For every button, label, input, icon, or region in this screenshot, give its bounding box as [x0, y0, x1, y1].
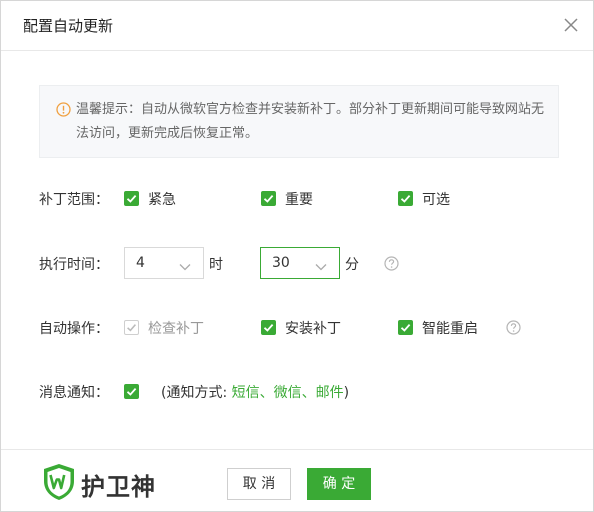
- notification-methods: (通知方式: 短信、微信、邮件): [161, 382, 349, 402]
- dialog-header: 配置自动更新: [1, 1, 593, 51]
- confirm-button[interactable]: 确 定: [307, 468, 371, 500]
- notification-label: 消息通知：: [39, 385, 109, 401]
- notification-suffix: ): [343, 385, 350, 401]
- minute-unit: 分: [345, 257, 359, 273]
- checkbox-smart-restart[interactable]: [398, 320, 413, 335]
- dialog-title: 配置自动更新: [23, 17, 114, 35]
- cancel-button[interactable]: 取 消: [227, 468, 291, 500]
- minute-select[interactable]: 30: [260, 247, 340, 279]
- minute-select-value: 30: [272, 255, 290, 271]
- chevron-down-icon: [315, 259, 327, 275]
- exec-time-label: 执行时间：: [39, 257, 109, 273]
- notification-prefix: (通知方式:: [161, 385, 232, 401]
- auto-ops-label: 自动操作：: [39, 321, 109, 337]
- checkbox-install-patch-label[interactable]: 安装补丁: [285, 318, 341, 338]
- chevron-down-icon: [179, 259, 191, 275]
- notice-box: 温馨提示：自动从微软官方检查并安装新补丁。部分补丁更新期间可能导致网站无法访问，…: [39, 85, 559, 158]
- help-icon[interactable]: [506, 320, 521, 335]
- help-icon[interactable]: [384, 256, 399, 271]
- checkbox-important[interactable]: [261, 191, 276, 206]
- warning-icon: [56, 102, 71, 117]
- notification-methods-link[interactable]: 短信、微信、邮件: [232, 385, 344, 401]
- checkbox-install-patch[interactable]: [261, 320, 276, 335]
- checkbox-check-patch-label: 检查补丁: [148, 321, 204, 337]
- checkbox-important-label[interactable]: 重要: [285, 189, 313, 209]
- checkbox-check-patch: [124, 320, 139, 335]
- footer-divider: [1, 449, 593, 450]
- checkbox-smart-restart-label[interactable]: 智能重启: [422, 318, 478, 338]
- checkbox-urgent[interactable]: [124, 191, 139, 206]
- hour-unit: 时: [209, 257, 223, 273]
- checkbox-optional[interactable]: [398, 191, 413, 206]
- patch-scope-label: 补丁范围：: [39, 192, 109, 208]
- config-auto-update-dialog: 配置自动更新 温馨提示：自动从微软官方检查并安装新补丁。部分补丁更新期间可能导致…: [0, 0, 594, 512]
- brand-name: 护卫神: [81, 473, 156, 501]
- hour-select[interactable]: 4: [124, 247, 204, 279]
- checkbox-urgent-label[interactable]: 紧急: [148, 189, 176, 209]
- checkbox-optional-label[interactable]: 可选: [422, 189, 450, 209]
- close-icon[interactable]: [562, 16, 580, 34]
- hour-select-value: 4: [136, 255, 145, 271]
- checkbox-notification[interactable]: [124, 384, 139, 399]
- notice-text: 温馨提示：自动从微软官方检查并安装新补丁。部分补丁更新期间可能导致网站无法访问，…: [76, 102, 545, 141]
